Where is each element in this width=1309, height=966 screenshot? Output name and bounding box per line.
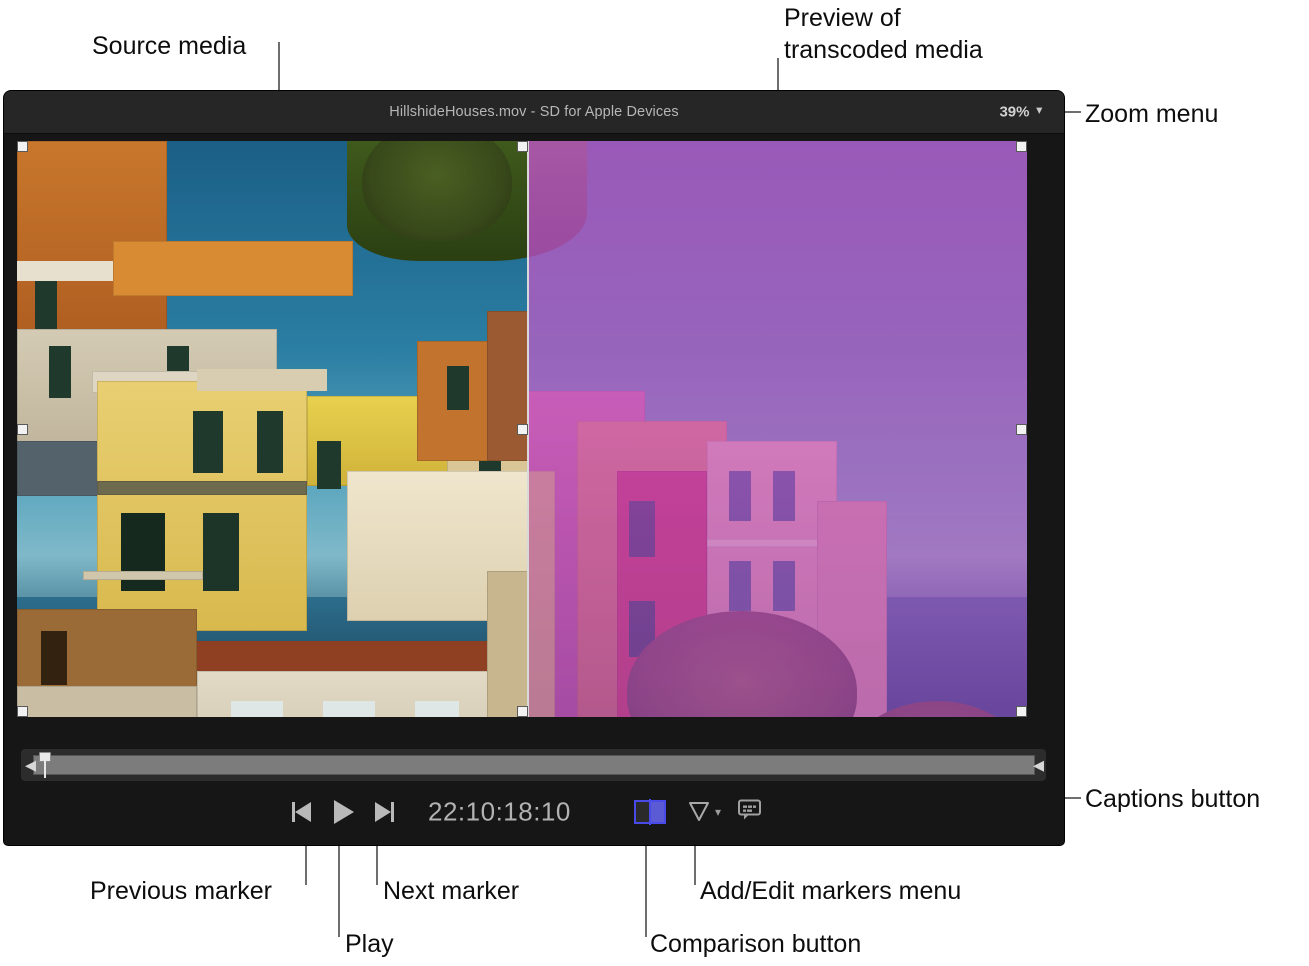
playback-controls: 22:10:18:10 ▾ [4, 787, 1064, 837]
previous-marker-icon [292, 802, 311, 822]
annotation-captions-button: Captions button [1085, 783, 1260, 815]
marker-shield-icon [688, 800, 710, 824]
scrubber-track[interactable] [33, 755, 1035, 775]
selection-handle-top-left[interactable] [17, 141, 28, 152]
annotation-markers-menu: Add/Edit markers menu [700, 875, 961, 907]
annotation-zoom-menu: Zoom menu [1085, 98, 1218, 130]
captions-bubble-icon [737, 798, 763, 822]
comparison-button[interactable] [634, 800, 666, 824]
annotation-previous-marker: Previous marker [90, 875, 272, 907]
selection-handle-split-center[interactable] [517, 424, 528, 435]
selection-handle-top-center[interactable] [517, 141, 528, 152]
split-compare-icon [636, 802, 650, 822]
next-marker-button[interactable] [375, 802, 394, 822]
scrubber[interactable]: ◂ ◂ [21, 749, 1046, 781]
previous-marker-button[interactable] [292, 802, 311, 822]
selection-handle-middle-left[interactable] [17, 424, 28, 435]
chevron-down-icon: ▾ [715, 806, 721, 818]
timecode-display[interactable]: 22:10:18:10 [428, 797, 571, 828]
markers-menu-button[interactable]: ▾ [688, 800, 721, 824]
selection-handle-top-right[interactable] [1016, 141, 1027, 152]
trim-in-marker[interactable]: ◂ [25, 754, 35, 776]
leader-line-play [338, 845, 340, 937]
selection-handle-bottom-center[interactable] [517, 706, 528, 717]
leader-line-previous-marker [305, 845, 307, 885]
leader-line-next-marker [376, 845, 378, 885]
window-titlebar: HillshideHouses.mov - SD for Apple Devic… [4, 91, 1064, 134]
preview-window: HillshideHouses.mov - SD for Apple Devic… [4, 91, 1064, 845]
play-button[interactable] [334, 800, 354, 824]
annotation-preview: Preview of transcoded media [784, 2, 983, 66]
media-frame [17, 141, 1027, 717]
window-title: HillshideHouses.mov - SD for Apple Devic… [389, 104, 678, 120]
selection-handle-bottom-left[interactable] [17, 706, 28, 717]
transcoded-preview-image [527, 141, 1027, 717]
annotation-comparison-button: Comparison button [650, 928, 861, 960]
source-media-image [17, 141, 527, 717]
trim-out-marker[interactable]: ◂ [1033, 754, 1043, 776]
zoom-level-value: 39% [999, 104, 1029, 121]
chevron-down-icon: ▾ [1036, 106, 1042, 117]
transcoded-preview-pane[interactable] [527, 141, 1027, 717]
selection-handle-middle-right[interactable] [1016, 424, 1027, 435]
annotation-play: Play [345, 928, 394, 960]
transport-bar: ◂ ◂ 22:10:18:10 [4, 739, 1064, 845]
playhead[interactable] [39, 752, 51, 778]
play-icon [334, 800, 354, 824]
annotation-next-marker: Next marker [383, 875, 519, 907]
selection-handle-bottom-right[interactable] [1016, 706, 1027, 717]
next-marker-icon [375, 802, 394, 822]
media-canvas[interactable] [4, 134, 1064, 739]
leader-line-markers-menu [694, 845, 696, 885]
annotation-source-media: Source media [92, 30, 246, 62]
source-media-pane[interactable] [17, 141, 527, 717]
captions-button[interactable] [737, 798, 763, 827]
leader-line-comparison-button [645, 845, 647, 937]
zoom-menu[interactable]: 39% ▾ [999, 104, 1042, 121]
